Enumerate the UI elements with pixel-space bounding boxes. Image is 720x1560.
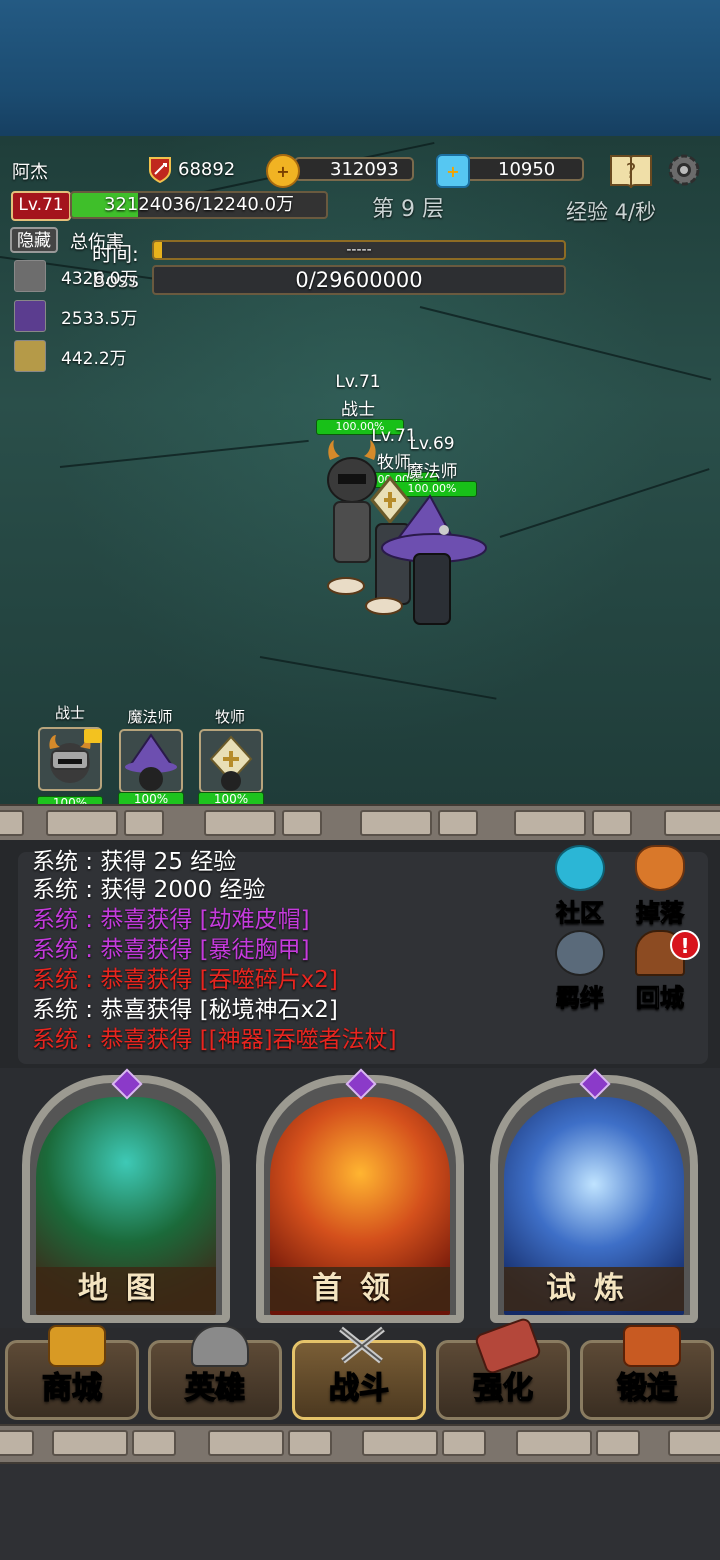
helmet-icon <box>191 1325 249 1367</box>
diamond-counter: 10950 <box>462 157 584 181</box>
gold-value: 312093 <box>330 159 399 180</box>
bond-button[interactable]: 羁绊 <box>540 930 620 1013</box>
priest-avatar-icon <box>14 340 46 372</box>
alert-badge-icon: ! <box>670 930 700 960</box>
chat-bubble-icon <box>555 845 605 891</box>
stone-divider <box>0 804 720 844</box>
svg-text:?: ? <box>626 159 637 183</box>
time-value: ----- <box>346 242 372 258</box>
nav-forge-label: 锻造 <box>616 1370 678 1407</box>
nav-battle-label: 战斗 <box>328 1370 390 1407</box>
loot-bag-icon <box>635 845 685 891</box>
bond-label: 羁绊 <box>556 984 605 1013</box>
nav-shop-label: 商城 <box>41 1370 103 1407</box>
hero-party-sprite <box>316 440 496 640</box>
floor-crack <box>259 656 497 700</box>
nav-shop-button[interactable]: 商城 <box>5 1325 139 1420</box>
player-name: 阿杰 <box>12 162 48 183</box>
nav-forge-button[interactable]: 锻造 <box>580 1325 714 1420</box>
time-label: 时间: <box>92 242 139 266</box>
anvil-icon <box>623 1325 681 1367</box>
log-text: 恭喜获得 [[神器]吞噬者法杖] <box>100 1027 397 1053</box>
boss-hp-value: 0/29600000 <box>295 268 423 292</box>
damage-value: 2533.5万 <box>61 309 138 329</box>
trial-label: 试炼 <box>504 1267 684 1311</box>
stone-divider <box>0 1424 720 1464</box>
damage-value: 4326.0万 <box>61 269 138 289</box>
nav-enhance-button[interactable]: 强化 <box>436 1316 570 1420</box>
log-line: 系统 : 恭喜获得 [劫难皮帽] <box>32 900 310 934</box>
log-prefix: 系统 : <box>32 1027 94 1053</box>
bond-emblem-icon <box>555 930 605 976</box>
diamond-value: 10950 <box>498 159 556 180</box>
top-banner <box>0 0 720 136</box>
hero-card-label: 牧师 <box>214 708 245 726</box>
floor-label: 第 9 层 <box>372 197 444 222</box>
map-label: 地图 <box>36 1267 216 1311</box>
drops-label: 掉落 <box>636 899 685 928</box>
log-line: 系统 : 获得 2000 经验 <box>32 870 266 904</box>
flag-icon <box>84 729 102 743</box>
hero-card-label: 战士 <box>54 704 85 722</box>
floor-crack <box>499 468 710 538</box>
warrior-avatar-icon <box>14 260 46 292</box>
gold-counter: 312093 <box>294 157 414 181</box>
warrior-level: Lv.71 <box>335 372 381 392</box>
boss-portal[interactable]: 首领 <box>256 1068 464 1323</box>
mage-avatar-icon <box>14 300 46 332</box>
community-button[interactable]: 社区 <box>540 845 620 928</box>
nav-enhance-label: 强化 <box>472 1370 534 1407</box>
time-bar: ----- <box>152 240 566 260</box>
hero-card-label: 魔法师 <box>127 708 173 726</box>
exp-rate: 经验 4/秒 <box>566 200 657 224</box>
damage-value: 442.2万 <box>61 349 127 369</box>
hide-button[interactable]: 隐藏 <box>10 227 58 253</box>
crossed-swords-icon <box>335 1325 389 1364</box>
trial-portal[interactable]: 试炼 <box>490 1068 698 1323</box>
settings-gear-icon[interactable] <box>662 148 706 192</box>
treasure-chest-icon <box>48 1325 106 1367</box>
diamond-add-icon[interactable]: + <box>436 154 470 188</box>
attack-icon <box>146 155 174 184</box>
nav-heroes-button[interactable]: 英雄 <box>148 1325 282 1420</box>
drops-button[interactable]: 掉落 <box>620 845 700 928</box>
map-portal[interactable]: 地图 <box>22 1068 230 1323</box>
log-line: 系统 : 恭喜获得 [吞噬碎片x2] <box>32 960 338 994</box>
community-label: 社区 <box>556 899 605 928</box>
log-line: 系统 : 恭喜获得 [秘境神石x2] <box>32 990 338 1024</box>
gold-add-icon[interactable]: + <box>266 154 300 188</box>
floor-crack <box>59 439 309 468</box>
player-level-badge: Lv.71 <box>11 191 71 221</box>
nav-heroes-label: 英雄 <box>184 1370 246 1407</box>
boss-label-text: 首领 <box>270 1267 450 1311</box>
log-line: 系统 : 恭喜获得 [[神器]吞噬者法杖] <box>32 1020 397 1054</box>
return-city-label: 回城 <box>636 984 685 1013</box>
exp-bar: 32124036/12240.0万 <box>70 191 328 219</box>
attack-value: 68892 <box>178 159 236 180</box>
help-book-icon[interactable]: ? <box>608 150 654 190</box>
footer-area <box>0 1464 720 1560</box>
floor-crack <box>419 306 712 381</box>
log-line: 系统 : 恭喜获得 [暴徒胸甲] <box>32 930 310 964</box>
boss-hp-bar: 0/29600000 <box>152 265 566 295</box>
nav-battle-button[interactable]: 战斗 <box>292 1326 426 1420</box>
hero-card-mage[interactable] <box>119 729 183 793</box>
warrior-name: 战士 <box>341 400 375 420</box>
hero-card-priest[interactable] <box>199 729 263 793</box>
exp-text: 32124036/12240.0万 <box>103 194 295 215</box>
